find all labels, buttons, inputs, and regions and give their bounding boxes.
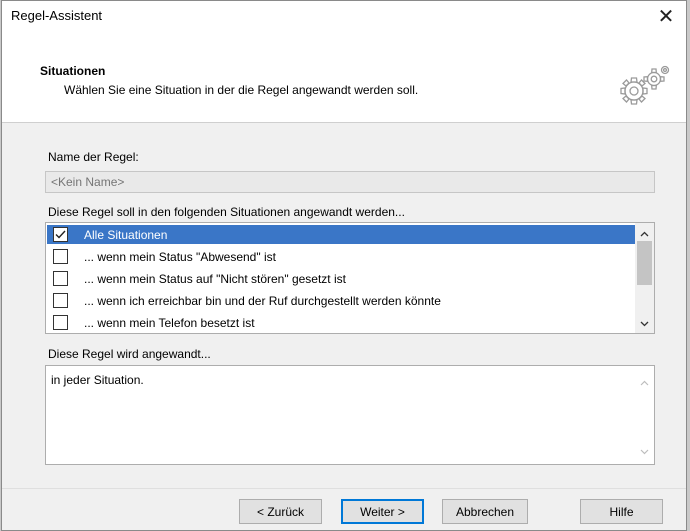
scroll-up-button[interactable] xyxy=(635,374,654,391)
list-item[interactable]: ... wenn mein Telefon besetzt ist xyxy=(47,313,635,332)
rule-name-field[interactable] xyxy=(45,171,655,193)
applied-label: Diese Regel wird angewandt... xyxy=(48,347,211,361)
close-button[interactable]: ✕ xyxy=(646,1,686,31)
checkmark-icon xyxy=(55,230,66,239)
rule-description-text: in jeder Situation. xyxy=(51,373,144,387)
page-description: Wählen Sie eine Situation in der die Reg… xyxy=(64,83,419,97)
wizard-header: Situationen Wählen Sie eine Situation in… xyxy=(2,31,686,123)
list-item-label: ... wenn mein Status "Abwesend" ist xyxy=(84,249,276,264)
situation-checkbox[interactable] xyxy=(53,271,68,286)
description-scrollbar[interactable] xyxy=(635,366,654,464)
title-bar: Regel-Assistent ✕ xyxy=(2,1,686,31)
list-item-label: ... wenn ich erreichbar bin und der Ruf … xyxy=(84,293,441,308)
scroll-down-button[interactable] xyxy=(635,315,654,332)
scroll-down-button[interactable] xyxy=(635,443,654,460)
situations-label: Diese Regel soll in den folgenden Situat… xyxy=(48,205,405,219)
list-item-label: ... wenn mein Status auf "Nicht stören" … xyxy=(84,271,346,286)
page-title: Situationen xyxy=(40,64,106,78)
rule-wizard-dialog: Regel-Assistent ✕ Situationen Wählen Sie… xyxy=(1,0,687,531)
window-title: Regel-Assistent xyxy=(11,8,103,23)
situations-list[interactable]: Alle Situationen ... wenn mein Status "A… xyxy=(45,222,655,334)
chevron-up-icon xyxy=(640,231,649,236)
list-item-all-situations[interactable]: Alle Situationen xyxy=(47,225,635,244)
situation-checkbox[interactable] xyxy=(53,227,68,242)
situation-checkbox[interactable] xyxy=(53,315,68,330)
chevron-up-icon xyxy=(640,380,649,385)
list-item[interactable]: ... wenn ich erreichbar bin und der Ruf … xyxy=(47,291,635,310)
back-button[interactable]: < Zurück xyxy=(239,499,322,524)
list-item[interactable]: ... wenn mein Status auf "Nicht stören" … xyxy=(47,269,635,288)
situation-checkbox[interactable] xyxy=(53,249,68,264)
chevron-down-icon xyxy=(640,449,649,454)
situations-scrollbar[interactable] xyxy=(635,223,654,333)
list-item-label: ... wenn mein Telefon besetzt ist xyxy=(84,315,255,330)
scroll-up-button[interactable] xyxy=(635,225,654,242)
scrollbar-thumb[interactable] xyxy=(637,241,652,285)
list-item-label: Alle Situationen xyxy=(84,227,168,242)
rule-description-box[interactable]: in jeder Situation. xyxy=(45,365,655,465)
rule-name-label: Name der Regel: xyxy=(48,150,139,164)
footer-divider xyxy=(2,488,686,489)
cancel-button[interactable]: Abbrechen xyxy=(442,499,528,524)
gears-icon xyxy=(620,65,670,105)
list-item[interactable]: ... wenn mein Status "Abwesend" ist xyxy=(47,247,635,266)
help-button[interactable]: Hilfe xyxy=(580,499,663,524)
situation-checkbox[interactable] xyxy=(53,293,68,308)
close-icon: ✕ xyxy=(657,5,675,28)
next-button[interactable]: Weiter > xyxy=(341,499,424,524)
chevron-down-icon xyxy=(640,321,649,326)
